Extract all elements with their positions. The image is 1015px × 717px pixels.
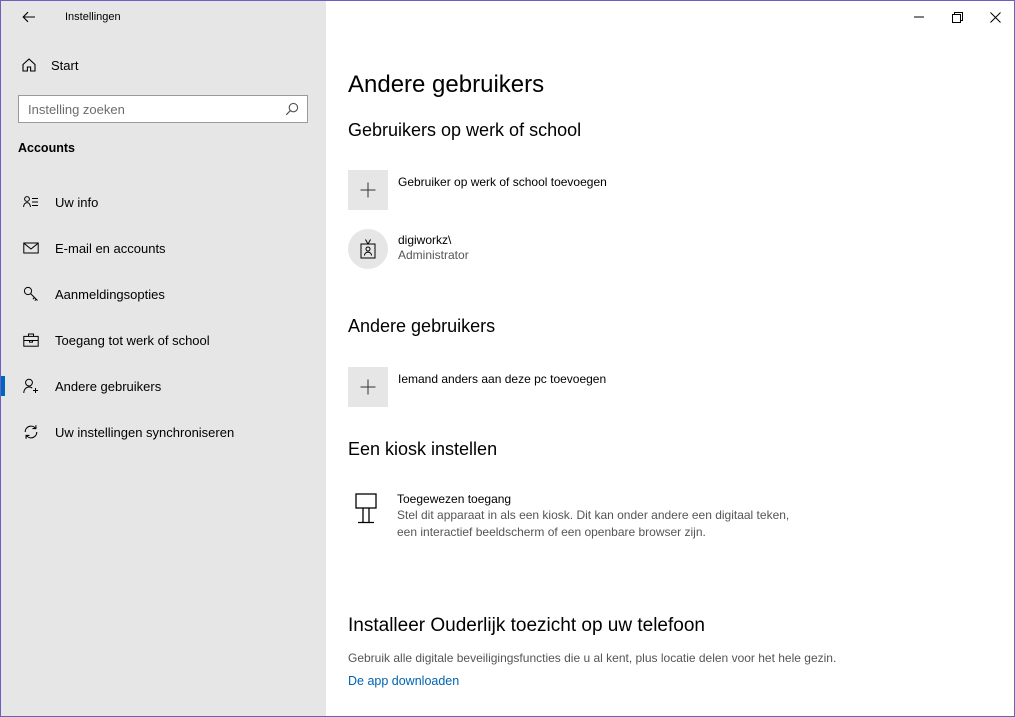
app-title: Instellingen xyxy=(65,11,121,23)
plus-icon xyxy=(360,182,376,198)
restore-button[interactable] xyxy=(938,1,976,33)
sidebar-item-label: Aanmeldingsopties xyxy=(55,286,165,302)
add-other-user-row[interactable]: Iemand anders aan deze pc toevoegen xyxy=(348,367,606,407)
sidebar-item-home[interactable]: Start xyxy=(1,45,326,85)
work-school-heading: Gebruikers op werk of school xyxy=(348,120,582,140)
other-users-heading: Andere gebruikers xyxy=(348,316,496,336)
restore-icon xyxy=(951,11,963,23)
plus-icon xyxy=(360,379,376,395)
badge-user-icon xyxy=(360,239,376,259)
download-app-link[interactable]: De app downloaden xyxy=(348,674,459,688)
assigned-access-title: Toegewezen toegang xyxy=(397,492,512,506)
key-icon xyxy=(23,286,38,301)
user-name: digiworkz\ xyxy=(398,233,452,247)
add-work-school-user-label: Gebruiker op werk of school toevoegen xyxy=(398,175,607,189)
sidebar-item-email-accounts[interactable]: E-mail en accounts xyxy=(1,225,326,271)
sidebar-item-other-users[interactable]: Andere gebruikers xyxy=(1,363,326,409)
sidebar-item-label: Uw instellingen synchroniseren xyxy=(55,424,235,440)
minimize-icon xyxy=(914,16,924,18)
close-icon xyxy=(989,11,1001,23)
back-button[interactable] xyxy=(19,7,39,27)
sidebar: Instellingen Start Accounts xyxy=(1,1,326,716)
assigned-access-row[interactable]: Toegewezen toegang Stel dit apparaat in … xyxy=(348,492,807,541)
mail-icon xyxy=(23,242,39,254)
briefcase-icon xyxy=(23,333,39,347)
add-other-user-button[interactable] xyxy=(348,367,388,407)
sidebar-item-work-school-access[interactable]: Toegang tot werk of school xyxy=(1,317,326,363)
close-button[interactable] xyxy=(976,1,1014,33)
section-label-accounts: Accounts xyxy=(18,141,75,155)
work-school-user-entry[interactable]: digiworkz\ Administrator xyxy=(348,229,469,269)
sidebar-item-sync-settings[interactable]: Uw instellingen synchroniseren xyxy=(1,409,326,455)
avatar xyxy=(348,229,388,269)
add-work-school-user-button[interactable] xyxy=(348,170,388,210)
parental-heading: Installeer Ouderlijk toezicht op uw tele… xyxy=(348,615,705,636)
settings-window: Instellingen Start Accounts xyxy=(0,0,1015,717)
user-info: digiworkz\ Administrator xyxy=(398,229,469,262)
add-work-school-user-row[interactable]: Gebruiker op werk of school toevoegen xyxy=(348,170,607,210)
back-arrow-icon xyxy=(22,11,35,23)
kiosk-icon-wrap xyxy=(348,492,384,532)
user-role: Administrator xyxy=(398,248,469,262)
home-icon xyxy=(22,58,36,72)
minimize-button[interactable] xyxy=(900,1,938,33)
window-controls xyxy=(900,1,1014,33)
parental-description: Gebruik alle digitale beveiligingsfuncti… xyxy=(348,651,837,665)
search-input[interactable] xyxy=(19,100,280,118)
sidebar-nav: Uw info E-mail en accounts Aanmeldingsop… xyxy=(1,179,326,455)
kiosk-icon xyxy=(355,493,377,524)
sidebar-item-label: Uw info xyxy=(55,194,99,210)
main-content: Andere gebruikers Gebruikers op werk of … xyxy=(326,1,1014,716)
kiosk-heading: Een kiosk instellen xyxy=(348,439,498,459)
sidebar-item-label: Andere gebruikers xyxy=(55,378,162,394)
add-other-user-label: Iemand anders aan deze pc toevoegen xyxy=(398,372,607,386)
sync-icon xyxy=(24,425,38,439)
title-bar: Instellingen xyxy=(1,1,326,33)
page-title: Andere gebruikers xyxy=(348,71,545,98)
assigned-access-description: Stel dit apparaat in als een kiosk. Dit … xyxy=(397,508,790,539)
home-label: Start xyxy=(51,57,79,73)
user-info-icon xyxy=(23,196,38,208)
search-icon[interactable] xyxy=(285,102,299,116)
sidebar-item-label: E-mail en accounts xyxy=(55,240,166,256)
sidebar-item-uw-info[interactable]: Uw info xyxy=(1,179,326,225)
sidebar-item-sign-in-options[interactable]: Aanmeldingsopties xyxy=(1,271,326,317)
sidebar-item-label: Toegang tot werk of school xyxy=(55,332,210,348)
add-user-icon xyxy=(23,378,38,394)
assigned-access-text: Toegewezen toegang Stel dit apparaat in … xyxy=(397,492,807,541)
search-box[interactable] xyxy=(18,95,308,123)
